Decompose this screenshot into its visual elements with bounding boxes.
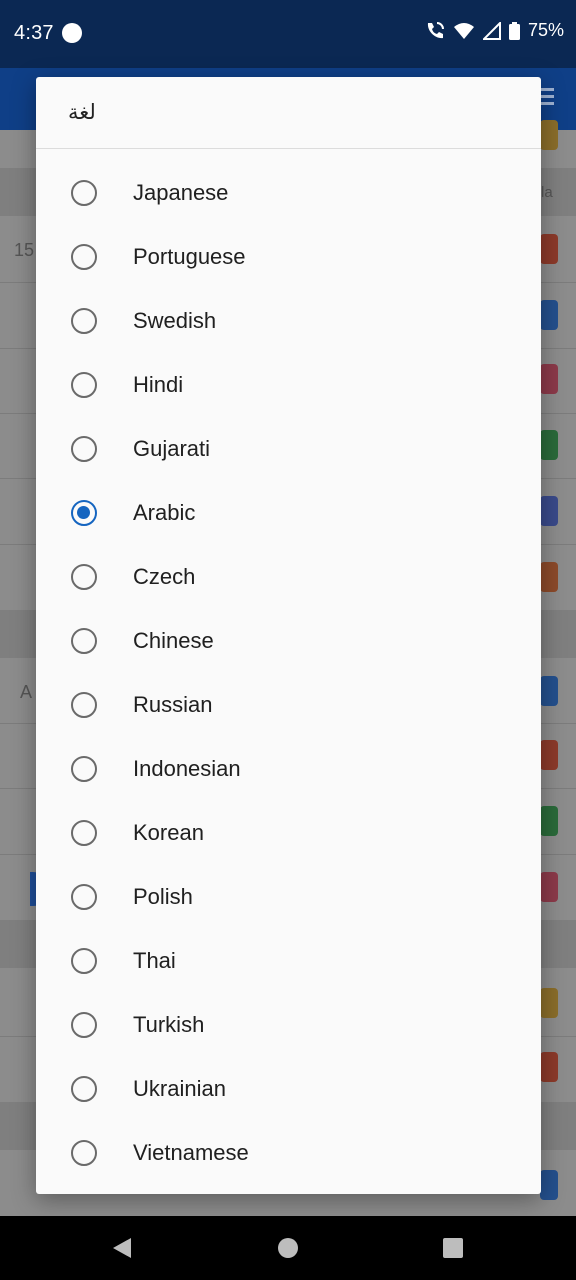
language-option-label: Ukrainian [133,1076,226,1101]
radio-button[interactable] [71,500,97,526]
background-icon [540,430,558,460]
background-icon [540,676,558,706]
language-option-czech[interactable]: Czech [36,545,541,609]
background-row-text: 15 [14,240,35,260]
language-option-indonesian[interactable]: Indonesian [36,737,541,801]
navigation-bar [0,1216,576,1280]
language-option-label: Russian [133,692,213,717]
language-option-label: Chinese [133,628,214,653]
radio-button[interactable] [71,692,97,718]
radio-button[interactable] [71,1076,97,1102]
language-option-label: Vietnamese [133,1140,249,1165]
background-icon [540,496,558,526]
background-icon [540,120,558,150]
background-icon [540,300,558,330]
dialog-title: لغة [36,77,541,149]
radio-button[interactable] [71,564,97,590]
language-option-ukrainian[interactable]: Ukrainian [36,1057,541,1121]
wifi-icon [453,22,474,39]
background-icon [540,562,558,592]
battery-percentage: 75% [527,20,564,40]
radio-button[interactable] [71,628,97,654]
radio-button[interactable] [71,244,97,270]
language-option-label: Gujarati [133,436,211,461]
language-option-portuguese[interactable]: Portuguese [36,225,541,289]
language-option-korean[interactable]: Korean [36,801,541,865]
language-option-label: Hindi [133,372,184,397]
language-option-vietnamese[interactable]: Vietnamese [36,1121,541,1185]
language-option-label: Portuguese [133,244,246,269]
radio-button[interactable] [71,1012,97,1038]
language-option-label: Korean [133,820,204,845]
background-icon [540,740,558,770]
language-option-turkish[interactable]: Turkish [36,993,541,1057]
language-option-label: Czech [133,564,196,589]
language-option-label: Japanese [133,180,229,205]
radio-button[interactable] [71,436,97,462]
language-option-label: Polish [133,884,193,909]
wifi-calling-icon [427,21,444,38]
background-row-text: A [20,682,33,702]
status-bar: 4:37 75% [0,0,576,68]
background-icon [540,1170,558,1200]
radio-button[interactable] [71,948,97,974]
language-option-gujarati[interactable]: Gujarati [36,417,541,481]
language-option-chinese[interactable]: Chinese [36,609,541,673]
radio-button[interactable] [71,180,97,206]
language-option-label: Arabic [133,500,196,525]
language-dialog: لغة Japanese Portuguese Swedish Hindi Gujara… [36,77,541,1194]
language-option-label: Indonesian [133,756,241,781]
language-option-label: Thai [133,948,176,973]
language-option-russian[interactable]: Russian [36,673,541,737]
radio-button[interactable] [71,820,97,846]
background-icon [540,234,558,264]
background-icon [540,872,558,902]
radio-button[interactable] [71,372,97,398]
notification-dot-icon [62,23,82,43]
home-icon[interactable] [278,1238,298,1258]
language-options-list: Japanese Portuguese Swedish Hindi Gujarati Ar… [36,161,541,1185]
background-icon [540,806,558,836]
background-icon [540,1052,558,1082]
back-icon[interactable] [112,1237,132,1259]
radio-button[interactable] [71,308,97,334]
radio-button[interactable] [71,756,97,782]
language-option-label: Swedish [133,308,217,333]
language-option-polish[interactable]: Polish [36,865,541,929]
language-option-arabic[interactable]: Arabic [36,481,541,545]
language-option-thai[interactable]: Thai [36,929,541,993]
signal-icon [482,21,501,40]
recent-apps-icon[interactable] [443,1238,463,1258]
radio-button[interactable] [71,1140,97,1166]
battery-icon [508,21,520,40]
language-option-hindi[interactable]: Hindi [36,353,541,417]
language-option-swedish[interactable]: Swedish [36,289,541,353]
radio-button[interactable] [71,884,97,910]
language-option-label: Turkish [133,1012,205,1037]
background-icon [540,364,558,394]
language-option-japanese[interactable]: Japanese [36,161,541,225]
status-icons: 75% [425,20,564,41]
background-side-label: la [541,184,553,201]
status-time: 4:37 [14,22,54,44]
background-icon [540,988,558,1018]
